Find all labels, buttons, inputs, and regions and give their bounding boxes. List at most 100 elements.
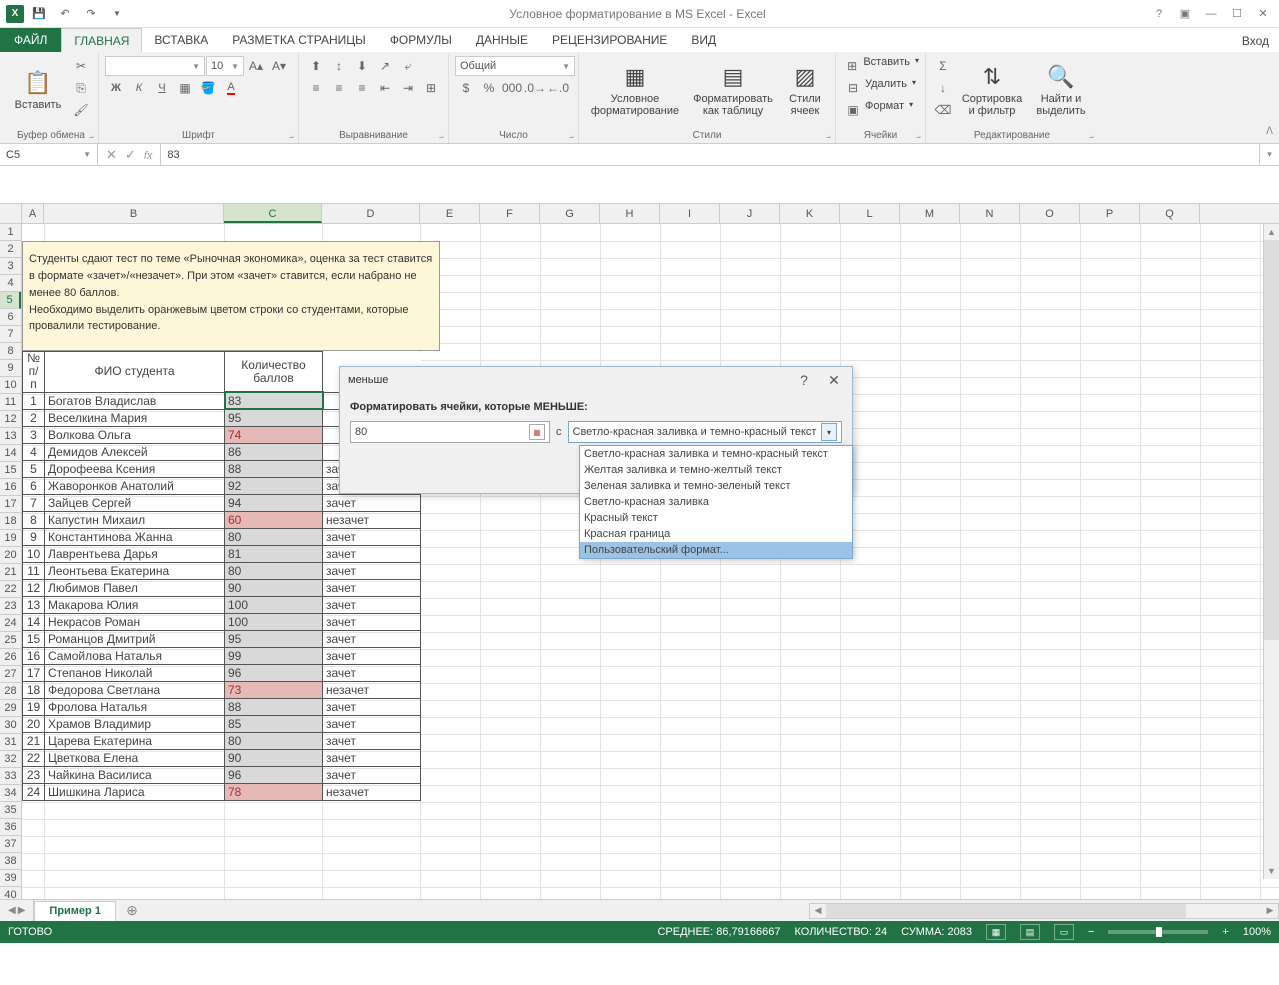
row-header-16[interactable]: 16 <box>0 479 21 496</box>
range-selector-icon[interactable]: ▦ <box>529 424 545 440</box>
cell-result[interactable]: зачет <box>323 562 421 579</box>
cell-np[interactable]: 5 <box>23 460 45 477</box>
col-header-N[interactable]: N <box>960 204 1020 223</box>
row-header-30[interactable]: 30 <box>0 717 21 734</box>
cell-score[interactable]: 80 <box>225 528 323 545</box>
cell-np[interactable]: 3 <box>23 426 45 443</box>
cell-fio[interactable]: Чайкина Василиса <box>45 766 225 783</box>
row-header-40[interactable]: 40 <box>0 887 21 899</box>
scroll-left-icon[interactable]: ◀ <box>810 905 826 916</box>
cell-fio[interactable]: Федорова Светлана <box>45 681 225 698</box>
cell-fio[interactable]: Макарова Юлия <box>45 596 225 613</box>
row-header-1[interactable]: 1 <box>0 224 21 241</box>
cell-result[interactable]: незачет <box>323 681 421 698</box>
row-header-35[interactable]: 35 <box>0 802 21 819</box>
dropdown-option[interactable]: Зеленая заливка и темно-зеленый текст <box>580 478 852 494</box>
cell-fio[interactable]: Капустин Михаил <box>45 511 225 528</box>
cell-np[interactable]: 11 <box>23 562 45 579</box>
col-header-J[interactable]: J <box>720 204 780 223</box>
cell-np[interactable]: 23 <box>23 766 45 783</box>
row-header-38[interactable]: 38 <box>0 853 21 870</box>
insert-cells-button[interactable]: ⊞Вставить▾ <box>842 56 919 76</box>
dropdown-option[interactable]: Светло-красная заливка <box>580 494 852 510</box>
row-header-22[interactable]: 22 <box>0 581 21 598</box>
zoom-out-icon[interactable]: − <box>1088 926 1094 938</box>
cell-fio[interactable]: Волкова Ольга <box>45 426 225 443</box>
help-icon[interactable]: ? <box>1147 3 1171 25</box>
zoom-slider[interactable] <box>1108 930 1208 934</box>
cell-result[interactable]: зачет <box>323 596 421 613</box>
row-header-14[interactable]: 14 <box>0 445 21 462</box>
tab-layout[interactable]: РАЗМЕТКА СТРАНИЦЫ <box>220 28 378 52</box>
cell-fio[interactable]: Дорофеева Ксения <box>45 460 225 477</box>
scroll-up-icon[interactable]: ▲ <box>1264 224 1279 240</box>
row-header-19[interactable]: 19 <box>0 530 21 547</box>
cell-result[interactable]: зачет <box>323 732 421 749</box>
format-cells-button[interactable]: ▣Формат▾ <box>842 100 919 120</box>
row-header-10[interactable]: 10 <box>0 377 21 394</box>
sheet-nav-next-icon[interactable]: ▶ <box>18 905 26 916</box>
border-icon[interactable]: ▦ <box>174 78 196 98</box>
cell-score[interactable]: 80 <box>225 732 323 749</box>
zoom-in-icon[interactable]: + <box>1222 926 1228 938</box>
cell-fio[interactable]: Храмов Владимир <box>45 715 225 732</box>
cell-np[interactable]: 24 <box>23 783 45 800</box>
dialog-close-icon[interactable]: ✕ <box>824 372 844 389</box>
dialog-format-select[interactable]: Светло-красная заливка и темно-красный т… <box>568 421 843 443</box>
row-header-32[interactable]: 32 <box>0 751 21 768</box>
row-header-7[interactable]: 7 <box>0 326 21 343</box>
cell-np[interactable]: 2 <box>23 409 45 426</box>
fill-icon[interactable]: ↓ <box>932 78 954 98</box>
cell-result[interactable]: зачет <box>323 579 421 596</box>
cell-np[interactable]: 14 <box>23 613 45 630</box>
decrease-decimal-icon[interactable]: ←.0 <box>547 78 569 98</box>
col-header-D[interactable]: D <box>322 204 420 223</box>
row-header-34[interactable]: 34 <box>0 785 21 802</box>
align-bottom-icon[interactable]: ⬇ <box>351 56 373 76</box>
cell-result[interactable]: зачет <box>323 630 421 647</box>
expand-formula-bar-icon[interactable]: ▾ <box>1259 144 1279 165</box>
font-color-icon[interactable]: A <box>220 78 242 98</box>
fill-color-icon[interactable]: 🪣 <box>197 78 219 98</box>
align-top-icon[interactable]: ⬆ <box>305 56 327 76</box>
cell-score[interactable]: 88 <box>225 460 323 477</box>
name-box[interactable]: C5▼ <box>0 144 98 165</box>
row-header-5[interactable]: 5 <box>0 292 21 309</box>
cell-result[interactable]: незачет <box>323 783 421 800</box>
tab-file[interactable]: ФАЙЛ <box>0 28 61 52</box>
align-right-icon[interactable]: ≡ <box>351 78 373 98</box>
dialog-help-icon[interactable]: ? <box>794 372 814 389</box>
dialog-value-input[interactable]: 80 ▦ <box>350 421 550 443</box>
cell-fio[interactable]: Леонтьева Екатерина <box>45 562 225 579</box>
sheet-nav-prev-icon[interactable]: ◀ <box>8 905 16 916</box>
cells-area[interactable]: Студенты сдают тест по теме «Рыночная эк… <box>22 224 1279 899</box>
delete-cells-button[interactable]: ⊟Удалить▾ <box>842 78 919 98</box>
dropdown-option[interactable]: Красная граница <box>580 526 852 542</box>
row-header-39[interactable]: 39 <box>0 870 21 887</box>
cell-score[interactable]: 96 <box>225 766 323 783</box>
sheet-tab[interactable]: Пример 1 <box>34 901 116 921</box>
cell-np[interactable]: 13 <box>23 596 45 613</box>
col-header-I[interactable]: I <box>660 204 720 223</box>
view-normal-icon[interactable]: ▦ <box>986 924 1006 940</box>
cell-score[interactable]: 86 <box>225 443 323 460</box>
orientation-icon[interactable]: ↗ <box>374 56 396 76</box>
cell-score[interactable]: 90 <box>225 749 323 766</box>
row-header-17[interactable]: 17 <box>0 496 21 513</box>
view-page-layout-icon[interactable]: ▤ <box>1020 924 1040 940</box>
row-header-3[interactable]: 3 <box>0 258 21 275</box>
cell-fio[interactable]: Романцов Дмитрий <box>45 630 225 647</box>
row-header-11[interactable]: 11 <box>0 394 21 411</box>
find-select-button[interactable]: 🔍 Найти и выделить <box>1030 56 1092 122</box>
scroll-down-icon[interactable]: ▼ <box>1264 863 1279 879</box>
cell-score[interactable]: 100 <box>225 596 323 613</box>
cell-np[interactable]: 18 <box>23 681 45 698</box>
row-header-27[interactable]: 27 <box>0 666 21 683</box>
cell-fio[interactable]: Царева Екатерина <box>45 732 225 749</box>
cell-score[interactable]: 90 <box>225 579 323 596</box>
cell-fio[interactable]: Лаврентьева Дарья <box>45 545 225 562</box>
cell-fio[interactable]: Цветкова Елена <box>45 749 225 766</box>
view-page-break-icon[interactable]: ▭ <box>1054 924 1074 940</box>
formula-input[interactable]: 83 <box>161 144 1259 165</box>
col-header-P[interactable]: P <box>1080 204 1140 223</box>
